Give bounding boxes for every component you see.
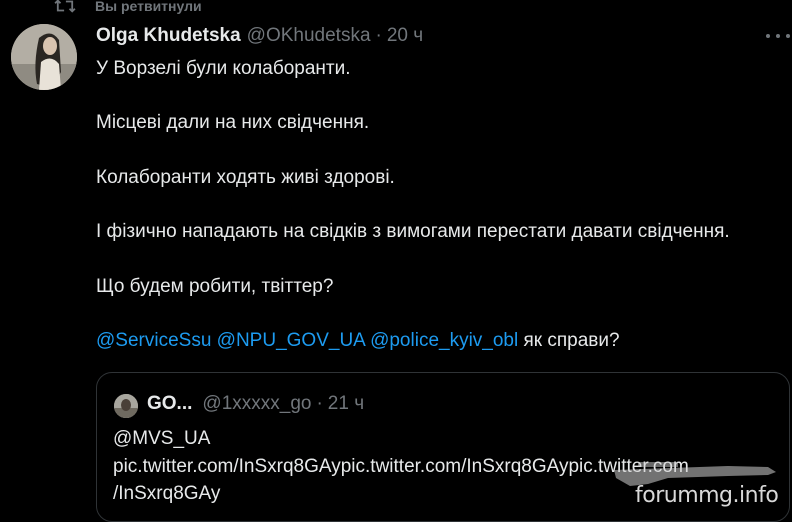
mention-link[interactable]: @ServiceSsu (96, 330, 211, 351)
avatar[interactable] (11, 24, 77, 90)
header-separator: · (375, 25, 382, 46)
quote-timestamp[interactable]: 21 ч (328, 393, 364, 415)
mentions-tail: як справи? (523, 330, 620, 351)
tweet-header: Olga Khudetska @OKhudetska · 20 ч (96, 25, 423, 47)
quote-line: @MVS_UA (113, 428, 211, 449)
tweet-paragraph: Місцеві дали на них свідчення. (96, 112, 370, 133)
mention-link[interactable]: @police_kyiv_obl (370, 330, 518, 351)
quote-author-handle[interactable]: @1xxxxx_go (202, 393, 311, 415)
tweet-paragraph: Колаборанти ходять живі здорові. (96, 167, 395, 188)
quote-header: GO... @1xxxxx_go · 21 ч (147, 393, 364, 415)
more-dot (776, 34, 780, 38)
more-dot (766, 34, 770, 38)
quote-line[interactable]: /InSxrq8GAy (113, 482, 220, 506)
mention-link[interactable]: @NPU_GOV_UA (217, 330, 365, 351)
quote-avatar[interactable] (114, 394, 138, 418)
retweet-icon (54, 0, 76, 13)
author-name[interactable]: Olga Khudetska (96, 25, 241, 47)
more-options-icon[interactable] (766, 26, 790, 46)
tweet-paragraph: У Ворзелі були колаборанти. (96, 58, 351, 79)
site-watermark: forummg.info (608, 458, 786, 514)
quote-separator: · (316, 393, 323, 414)
tweet-paragraph: І фізично нападають на свідків з вимогам… (96, 221, 730, 242)
avatar-photo (11, 24, 77, 90)
more-dot (786, 34, 790, 38)
watermark-text: forummg.info (635, 483, 779, 508)
tweet-timestamp[interactable]: 20 ч (387, 25, 423, 47)
quote-line[interactable]: pic.twitter.com/InSxrq8GAypic.twitter.co… (113, 455, 689, 479)
retweet-indicator: Вы ретвитнули (54, 0, 202, 16)
author-handle[interactable]: @OKhudetska (247, 25, 371, 47)
mentions-line: @ServiceSsu @NPU_GOV_UA @police_kyiv_obl… (96, 329, 620, 353)
tweet-paragraph: Що будем робити, твіттер? (96, 276, 334, 297)
retweet-label: Вы ретвитнули (95, 0, 202, 14)
quote-avatar-photo (114, 394, 138, 418)
quote-author-name[interactable]: GO... (147, 393, 192, 415)
